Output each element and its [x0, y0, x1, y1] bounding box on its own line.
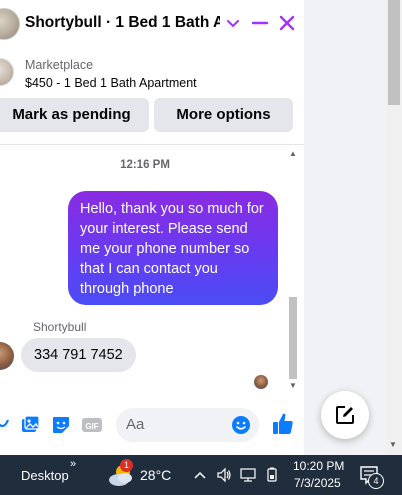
toolbar-expand-chevron[interactable]: »: [70, 458, 76, 470]
network-icon[interactable]: [240, 467, 256, 483]
sticker-icon[interactable]: [50, 414, 72, 436]
clock-time[interactable]: 10:20 PM: [293, 459, 344, 473]
desktop-toolbar-label[interactable]: Desktop: [21, 468, 69, 483]
close-icon[interactable]: [276, 12, 298, 34]
listing-label: Marketplace: [25, 58, 94, 72]
new-message-button[interactable]: [321, 391, 369, 439]
compose-icon: [336, 406, 354, 424]
sender-avatar[interactable]: [0, 342, 14, 370]
svg-text:GIF: GIF: [85, 422, 98, 431]
chat-header: Shortybull · 1 Bed 1 Bath A...: [0, 0, 304, 49]
page-scroll-thumb[interactable]: [388, 0, 400, 105]
more-options-button[interactable]: More options: [154, 98, 293, 132]
page-scrollbar[interactable]: ▼: [386, 0, 402, 455]
minimize-icon[interactable]: [249, 12, 271, 34]
show-hidden-icons-icon[interactable]: [192, 467, 208, 483]
mic-icon[interactable]: [0, 414, 14, 436]
marketplace-listing: Marketplace $450 - 1 Bed 1 Bath Apartmen…: [0, 48, 304, 145]
message-input[interactable]: Aa: [116, 408, 259, 442]
scroll-up-arrow[interactable]: ▲: [289, 149, 297, 158]
weather-alert-badge: 1: [120, 459, 133, 472]
temperature[interactable]: 28°C: [140, 467, 171, 483]
mark-as-pending-button[interactable]: Mark as pending: [0, 98, 149, 132]
message-thread: 12:16 PM Hello, thank you so much for yo…: [0, 145, 304, 395]
thumbs-up-icon[interactable]: [270, 411, 296, 437]
page-scroll-down-arrow[interactable]: ▼: [389, 440, 397, 449]
volume-icon[interactable]: [216, 467, 232, 483]
message-composer: GIF Aa: [0, 396, 304, 455]
message-timestamp: 12:16 PM: [120, 159, 170, 171]
seen-indicator-avatar: [254, 375, 268, 389]
scroll-down-arrow[interactable]: ▼: [289, 381, 297, 390]
clock-date[interactable]: 7/3/2025: [294, 476, 341, 490]
listing-thumbnail[interactable]: [0, 58, 14, 86]
notification-count-badge: 4: [368, 473, 384, 489]
incoming-message[interactable]: 334 791 7452: [21, 338, 136, 372]
battery-icon[interactable]: [264, 467, 280, 483]
chat-title[interactable]: Shortybull · 1 Bed 1 Bath A...: [25, 14, 220, 32]
emoji-icon[interactable]: [231, 415, 251, 435]
listing-title[interactable]: $450 - 1 Bed 1 Bath Apartment: [25, 76, 197, 90]
windows-taskbar: Desktop » 1 28°C 10:20 PM 7/3/2025 4: [0, 455, 402, 495]
sender-name: Shortybull: [33, 320, 87, 334]
gif-icon[interactable]: GIF: [81, 414, 103, 436]
photo-icon[interactable]: [19, 414, 41, 436]
contact-avatar[interactable]: [0, 8, 20, 40]
chat-window: Shortybull · 1 Bed 1 Bath A... Marketpla…: [0, 0, 304, 455]
chevron-down-icon[interactable]: [222, 12, 244, 34]
outgoing-message[interactable]: Hello, thank you so much for your intere…: [68, 191, 278, 305]
thread-scrollbar[interactable]: ▲ ▼: [286, 147, 300, 393]
message-input-placeholder: Aa: [126, 416, 145, 433]
scroll-thumb[interactable]: [289, 297, 297, 379]
